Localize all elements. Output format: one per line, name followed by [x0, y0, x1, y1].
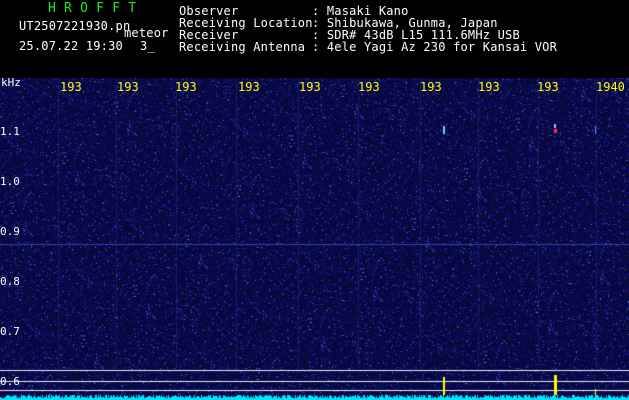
- time-tick: 193: [117, 80, 139, 94]
- freq-tick: 0.7: [0, 325, 20, 338]
- hrofft-window: H R O F F T UT2507221930.pn meteor 25.07…: [0, 0, 629, 400]
- time-tick: 193: [478, 80, 500, 94]
- mode-label: meteor: [124, 26, 169, 40]
- filename-label: UT2507221930.pn: [19, 19, 131, 33]
- spectrogram: [0, 78, 629, 400]
- time-tick: 193: [238, 80, 260, 94]
- freq-tick: 1.0: [0, 175, 20, 188]
- time-tick: 193: [420, 80, 442, 94]
- time-tick: 193: [537, 80, 559, 94]
- antenna-value: : 4ele Yagi Az 230 for Kansai VOR: [312, 40, 558, 54]
- time-tick: 193: [60, 80, 82, 94]
- time-tick: 193: [358, 80, 380, 94]
- freq-tick: 0.6: [0, 375, 20, 388]
- time-tick: 1940: [596, 80, 625, 94]
- time-tick: 193: [299, 80, 321, 94]
- datetime-label: 25.07.22 19:30: [19, 39, 123, 53]
- freq-tick: 1.1: [0, 125, 20, 138]
- app-title: H R O F F T: [48, 1, 137, 16]
- time-tick: 193: [175, 80, 197, 94]
- counter-label: 3_: [140, 39, 155, 53]
- freq-tick: 0.8: [0, 275, 20, 288]
- antenna-label: Receiving Antenna: [179, 40, 306, 54]
- frequency-unit-label: kHz: [1, 76, 21, 89]
- freq-tick: 0.9: [0, 225, 20, 238]
